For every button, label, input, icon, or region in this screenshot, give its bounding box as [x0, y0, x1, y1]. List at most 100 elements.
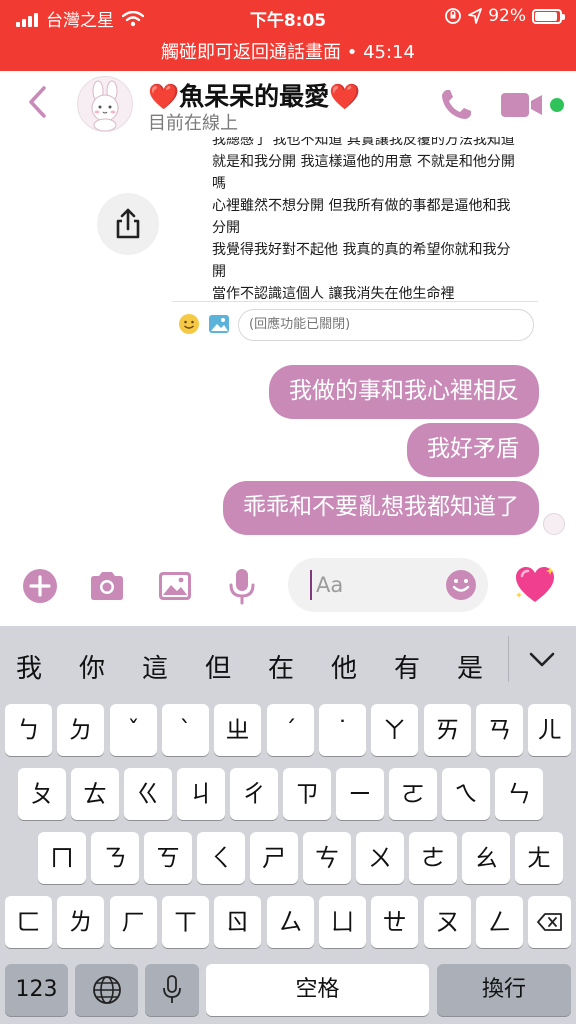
keyboard-key[interactable]: ㄝ [371, 896, 418, 948]
candidate-word[interactable]: 但 [205, 648, 231, 685]
keyboard-key[interactable]: ㄎ [144, 832, 192, 884]
chat-title[interactable]: ❤️魚呆呆的最愛❤️ [148, 77, 360, 113]
candidate-word[interactable]: 你 [79, 648, 105, 685]
keyboard-key[interactable]: ˙ [319, 704, 366, 756]
call-banner-area[interactable]: 台灣之星 下午8:05 92% 觸碰即可返回通話畫面 • 45:14 [0, 0, 576, 71]
message-bubble[interactable]: 我做的事和我心裡相反 [269, 365, 539, 419]
keyboard-key[interactable]: ㄥ [476, 896, 523, 948]
keyboard-key[interactable]: ㄊ [71, 768, 119, 820]
keyboard-key[interactable]: ㄗ [283, 768, 331, 820]
keyboard-key[interactable]: ˊ [267, 704, 314, 756]
divider [172, 301, 538, 302]
heart-icon: ❤️ [148, 82, 180, 111]
keyboard-key[interactable]: ㄠ [462, 832, 510, 884]
numbers-key[interactable]: 123 [5, 964, 68, 1016]
read-receipt-avatar [543, 513, 565, 535]
back-icon[interactable] [26, 85, 50, 119]
keyboard-key[interactable]: ㄧ [336, 768, 384, 820]
keyboard-key[interactable]: ㄈ [5, 896, 52, 948]
keyboard-key[interactable]: ㄖ [214, 896, 261, 948]
quoted-line: 分開 [212, 220, 240, 236]
keyboard-key[interactable]: ㄢ [476, 704, 523, 756]
keyboard-key[interactable]: ㄜ [409, 832, 457, 884]
keyboard-key[interactable]: ㄏ [110, 896, 157, 948]
message-input[interactable]: Aa [288, 558, 488, 612]
keyboard-key[interactable]: ㄕ [250, 832, 298, 884]
battery-icon [532, 8, 565, 24]
keyboard-key[interactable]: ㄡ [424, 896, 471, 948]
candidate-word[interactable]: 是 [457, 648, 483, 685]
space-key[interactable]: 空格 [206, 964, 429, 1016]
message-bubble[interactable]: 乖乖和不要亂想我都知道了 [223, 481, 539, 535]
message-list[interactable]: 我總感了 我也不知道 其實讓我反覆的方法我知道 就是和我分開 我這樣逼他的用意 … [0, 137, 576, 547]
keyboard-key[interactable]: ㄓ [214, 704, 261, 756]
emoji-icon [179, 314, 199, 334]
share-icon [116, 208, 140, 239]
chat-header: ❤️魚呆呆的最愛❤️ 目前在線上 [0, 71, 576, 137]
bunny-avatar-icon [91, 80, 119, 131]
emoji-icon[interactable] [444, 568, 478, 602]
keyboard-key[interactable]: ㄌ [57, 896, 104, 948]
sparkling-heart-icon[interactable] [514, 565, 556, 605]
quoted-message: 我總感了 我也不知道 其實讓我反覆的方法我知道 就是和我分開 我這樣逼他的用意 … [212, 137, 532, 305]
keyboard-key[interactable]: ㄇ [38, 832, 86, 884]
keyboard-key[interactable]: ㄛ [389, 768, 437, 820]
divider [508, 636, 509, 682]
keyboard-key[interactable]: ㄔ [230, 768, 278, 820]
keyboard-key[interactable]: ˇ [110, 704, 157, 756]
keyboard-key[interactable]: ㄆ [18, 768, 66, 820]
photo-icon[interactable] [155, 566, 195, 606]
message-bubble[interactable]: 我好矛盾 [407, 423, 539, 477]
keyboard-key[interactable]: ˋ [162, 704, 209, 756]
phone-call-icon[interactable] [438, 87, 474, 123]
keyboard-key[interactable]: ㄩ [319, 896, 366, 948]
candidate-word[interactable]: 這 [142, 648, 168, 685]
online-indicator [550, 98, 564, 112]
keyboard: 我 你 這 但 在 他 有 是 ㄅ ㄉ ˇ ˋ ㄓ ˊ ˙ ㄚ ㄞ ㄢ ㄦ ㄆ … [0, 626, 576, 1024]
return-key[interactable]: 換行 [437, 964, 571, 1016]
globe-key[interactable] [75, 964, 138, 1016]
composer-bar: Aa [0, 548, 576, 626]
keyboard-key[interactable]: ㄨ [356, 832, 404, 884]
video-call-icon[interactable] [500, 91, 544, 119]
keyboard-key[interactable]: ㄅ [5, 704, 52, 756]
reply-row: (回應功能已關閉) [178, 309, 538, 341]
microphone-icon [163, 975, 181, 1003]
keyboard-key[interactable]: ㄋ [91, 832, 139, 884]
keyboard-key[interactable]: ㄣ [495, 768, 543, 820]
return-to-call-banner[interactable]: 觸碰即可返回通話畫面 • 45:14 [0, 38, 576, 64]
keyboard-key[interactable]: ㄞ [424, 704, 471, 756]
candidate-word[interactable]: 在 [268, 648, 294, 685]
candidate-bar: 我 你 這 但 在 他 有 是 [0, 626, 576, 702]
quoted-line: 開 [212, 264, 226, 280]
microphone-icon[interactable] [222, 566, 262, 606]
quoted-line: 心裡雖然不想分開 但我所有做的事都是逼他和我 [212, 198, 511, 214]
location-icon [468, 8, 483, 24]
keyboard-key[interactable]: ㄍ [124, 768, 172, 820]
quoted-line: 就是和我分開 我這樣逼他的用意 不就是和他分開 [212, 154, 515, 170]
keyboard-key[interactable]: ㄤ [515, 832, 563, 884]
share-button[interactable] [97, 193, 159, 255]
keyboard-key[interactable]: ㄑ [197, 832, 245, 884]
contact-avatar[interactable] [77, 76, 133, 132]
keyboard-key[interactable]: ㄟ [442, 768, 490, 820]
quoted-line: 我覺得我好對不起他 我真的真的希望你就和我分 [212, 242, 511, 258]
message-input-placeholder: Aa [310, 570, 343, 600]
keyboard-key[interactable]: ㄐ [177, 768, 225, 820]
keyboard-key[interactable]: ㄚ [371, 704, 418, 756]
globe-icon [92, 976, 121, 1004]
chevron-down-icon[interactable] [528, 650, 556, 670]
candidate-word[interactable]: 他 [331, 648, 357, 685]
candidate-word[interactable]: 我 [16, 648, 42, 685]
backspace-key[interactable] [528, 896, 571, 948]
candidate-word[interactable]: 有 [394, 648, 420, 685]
plus-icon[interactable] [20, 566, 60, 606]
keyboard-key[interactable]: ㄦ [528, 704, 571, 756]
dictation-key[interactable] [145, 964, 199, 1016]
keyboard-key[interactable]: ㄙ [267, 896, 314, 948]
keyboard-key[interactable]: ㄉ [57, 704, 104, 756]
camera-icon[interactable] [87, 566, 127, 606]
online-status: 目前在線上 [148, 113, 238, 134]
keyboard-key[interactable]: ㄘ [303, 832, 351, 884]
keyboard-key[interactable]: ㄒ [162, 896, 209, 948]
